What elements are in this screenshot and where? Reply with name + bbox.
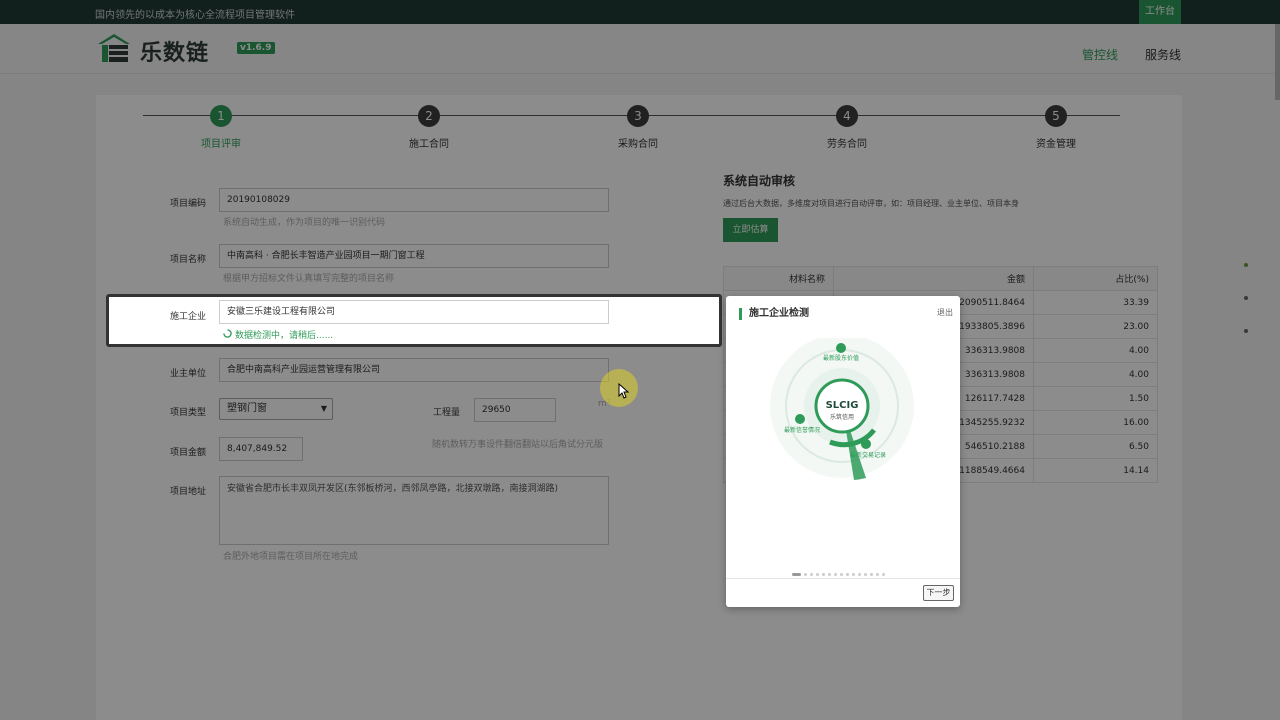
carousel-dot[interactable] xyxy=(840,573,843,576)
company-check-popup: 施工企业检测 退出 SLCIG 乐筑信用 最新股东价值 最新信誉情况 最新交易记… xyxy=(726,296,960,607)
carousel-dot[interactable] xyxy=(846,573,849,576)
popup-exit-button[interactable]: 退出 xyxy=(937,307,953,318)
carousel-dot[interactable] xyxy=(870,573,873,576)
carousel-dot[interactable] xyxy=(858,573,861,576)
carousel-dot[interactable] xyxy=(864,573,867,576)
cursor-icon xyxy=(618,383,630,399)
carousel-dot[interactable] xyxy=(804,573,807,576)
carousel-dot[interactable] xyxy=(882,573,885,576)
carousel-dot[interactable] xyxy=(822,573,825,576)
carousel-dot[interactable] xyxy=(834,573,837,576)
carousel-dot[interactable] xyxy=(816,573,819,576)
popup-title: 施工企业检测 xyxy=(739,308,809,320)
svg-text:乐筑信用: 乐筑信用 xyxy=(830,413,854,421)
carousel-dot[interactable] xyxy=(792,573,801,576)
svg-text:最新交易记录: 最新交易记录 xyxy=(850,451,886,459)
company-status: 数据检测中，请稍后...... xyxy=(235,331,334,341)
svg-text:最新股东价值: 最新股东价值 xyxy=(823,354,859,362)
carousel-dot[interactable] xyxy=(828,573,831,576)
company-field[interactable]: 安徽三乐建设工程有限公司 xyxy=(219,300,609,324)
next-step-button[interactable]: 下一步 xyxy=(923,585,954,601)
carousel-dot[interactable] xyxy=(810,573,813,576)
carousel-dot[interactable] xyxy=(852,573,855,576)
company-label: 施工企业 xyxy=(169,312,206,322)
popup-divider xyxy=(726,578,960,579)
loading-icon xyxy=(223,329,232,338)
svg-text:SLCIG: SLCIG xyxy=(826,400,859,411)
credit-diagram: SLCIG 乐筑信用 最新股东价值 最新信誉情况 最新交易记录 xyxy=(770,338,914,480)
carousel-dot[interactable] xyxy=(876,573,879,576)
guide-overlay xyxy=(0,0,1280,720)
svg-text:最新信誉情况: 最新信誉情况 xyxy=(784,426,820,434)
